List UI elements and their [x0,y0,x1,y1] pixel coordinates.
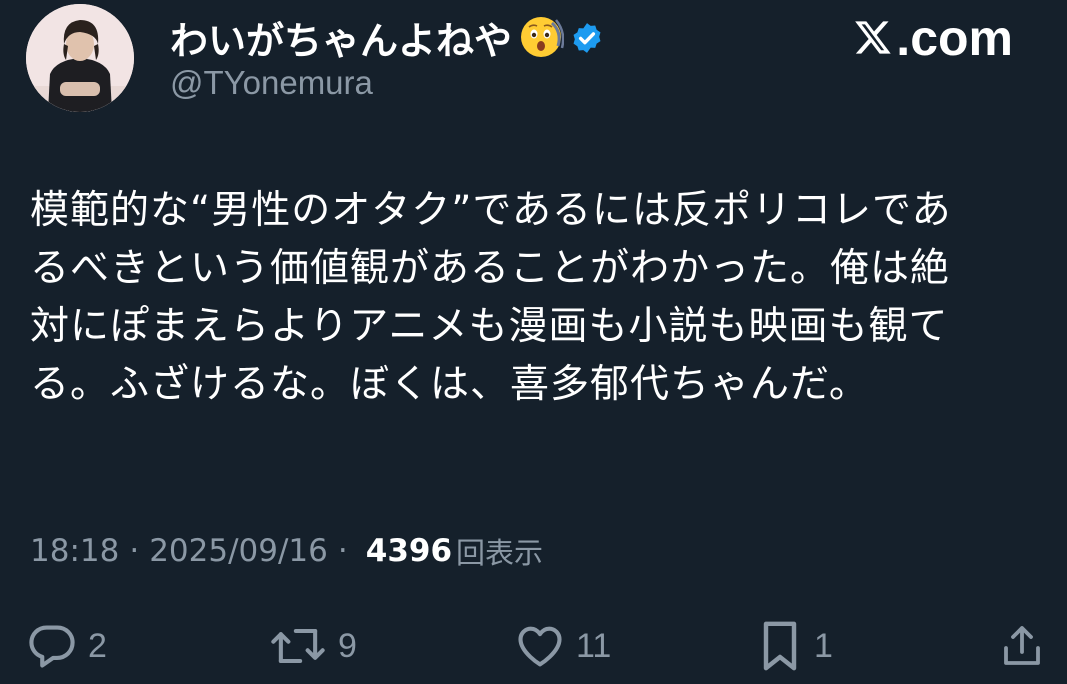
share-icon [1004,626,1040,665]
tweet-text: 模範的な“男性のオタク”であるには反ポリコレであ るべきという価値観があることが… [30,188,952,407]
tweet-meta: 18:18 · 2025/09/16 · 4396 回表示 [30,528,543,574]
reply-button[interactable]: 2 [26,614,107,678]
like-button[interactable]: 11 [514,614,611,678]
reply-icon [29,625,75,668]
reply-count: 2 [88,626,107,665]
repost-button[interactable]: 9 [268,614,357,678]
bookmark-icon [763,621,797,671]
share-button[interactable] [998,614,1046,678]
bookmark-count: 1 [814,626,833,665]
like-count: 11 [576,626,612,665]
repost-icon [271,628,325,664]
brand-domain: .com [896,10,1013,66]
repost-count: 9 [338,626,357,665]
views-count[interactable]: 4396 [366,533,452,569]
display-name[interactable]: わいがちゃんよねや [170,10,512,65]
views-label[interactable]: 回表示 [456,530,543,572]
avatar[interactable] [26,4,134,112]
x-logo-icon [855,21,891,54]
meta-separator: · [337,533,348,569]
tweet-date[interactable]: 2025/09/16 [149,533,328,569]
action-bar: 2 9 11 1 [0,614,1067,678]
verified-badge-icon[interactable] [570,20,604,54]
heart-icon [518,626,562,667]
user-handle[interactable]: @TYonemura [170,62,373,104]
brand-watermark: .com [852,10,1013,66]
bookmark-button[interactable]: 1 [756,614,833,678]
meta-separator: · [129,533,140,569]
astonished-face-emoji-icon [518,14,565,60]
tweet-time[interactable]: 18:18 [30,533,119,569]
display-name-row[interactable]: わいがちゃんよねや [170,10,604,65]
